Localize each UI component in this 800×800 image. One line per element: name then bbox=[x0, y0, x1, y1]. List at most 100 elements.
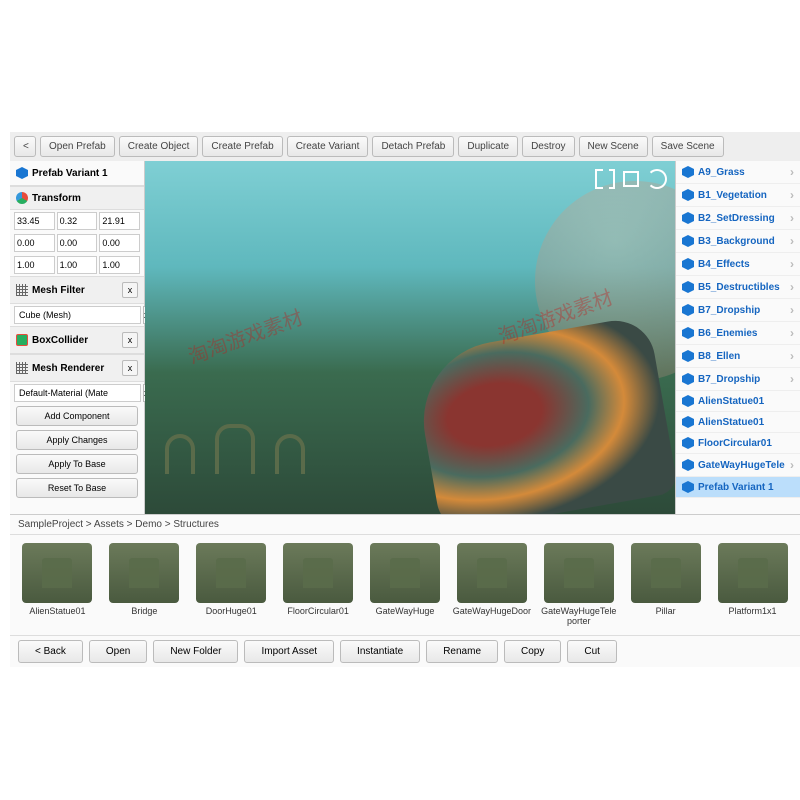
pos-y[interactable] bbox=[57, 212, 98, 230]
new-folder-button[interactable]: New Folder bbox=[153, 640, 238, 663]
copy-button[interactable]: Copy bbox=[504, 640, 561, 663]
hierarchy-item[interactable]: A9_Grass› bbox=[676, 161, 800, 184]
breadcrumb[interactable]: SampleProject > Assets > Demo > Structur… bbox=[10, 515, 800, 535]
add-component-button[interactable]: Add Component bbox=[16, 406, 138, 426]
rot-z[interactable] bbox=[99, 234, 140, 252]
watermark: 淘淘游戏素材 bbox=[184, 301, 307, 369]
prefab-icon bbox=[682, 350, 694, 362]
hierarchy-item-label: Prefab Variant 1 bbox=[698, 482, 774, 493]
box-collider-label: BoxCollider bbox=[32, 335, 88, 346]
main-toolbar: < Open Prefab Create Object Create Prefa… bbox=[10, 132, 800, 161]
asset-item[interactable]: DoorHuge01 bbox=[192, 543, 271, 627]
frame-icon[interactable] bbox=[595, 169, 615, 189]
hierarchy-item[interactable]: B6_Enemies› bbox=[676, 322, 800, 345]
create-prefab-button[interactable]: Create Prefab bbox=[202, 136, 282, 157]
prefab-icon bbox=[682, 212, 694, 224]
create-object-button[interactable]: Create Object bbox=[119, 136, 199, 157]
asset-item[interactable]: GateWayHugeDoor bbox=[452, 543, 531, 627]
asset-item[interactable]: AlienStatue01 bbox=[18, 543, 97, 627]
hierarchy-item[interactable]: B3_Background› bbox=[676, 230, 800, 253]
hierarchy-item[interactable]: B7_Dropship› bbox=[676, 299, 800, 322]
import-asset-button[interactable]: Import Asset bbox=[244, 640, 334, 663]
mesh-filter-icon bbox=[16, 284, 28, 296]
asset-item[interactable]: GateWayHugeTeleporter bbox=[539, 543, 618, 627]
destroy-button[interactable]: Destroy bbox=[522, 136, 574, 157]
box-collider-header[interactable]: BoxCollider x bbox=[10, 326, 144, 354]
open-button[interactable]: Open bbox=[89, 640, 147, 663]
hierarchy-item[interactable]: B8_Ellen› bbox=[676, 345, 800, 368]
inspector-title: Prefab Variant 1 bbox=[10, 161, 144, 186]
hierarchy-item[interactable]: AlienStatue01 bbox=[676, 391, 800, 412]
asset-label: Bridge bbox=[131, 607, 157, 617]
asset-label: FloorCircular01 bbox=[287, 607, 349, 617]
save-scene-button[interactable]: Save Scene bbox=[652, 136, 724, 157]
remove-box-collider[interactable]: x bbox=[122, 332, 138, 348]
apply-to-base-button[interactable]: Apply To Base bbox=[16, 454, 138, 474]
scene-viewport[interactable]: 淘淘游戏素材 淘淘游戏素材 bbox=[145, 161, 675, 514]
hierarchy-item[interactable]: AlienStatue01 bbox=[676, 412, 800, 433]
asset-item[interactable]: GateWayHuge bbox=[366, 543, 445, 627]
asset-item[interactable]: Bridge bbox=[105, 543, 184, 627]
scl-z[interactable] bbox=[99, 256, 140, 274]
mesh-renderer-value[interactable] bbox=[14, 384, 141, 402]
asset-thumbnail bbox=[631, 543, 701, 603]
remove-mesh-renderer[interactable]: x bbox=[122, 360, 138, 376]
asset-label: AlienStatue01 bbox=[29, 607, 85, 617]
detach-prefab-button[interactable]: Detach Prefab bbox=[372, 136, 454, 157]
open-prefab-button[interactable]: Open Prefab bbox=[40, 136, 115, 157]
pos-x[interactable] bbox=[14, 212, 55, 230]
prefab-icon bbox=[682, 395, 694, 407]
asset-thumbnail bbox=[196, 543, 266, 603]
prefab-icon bbox=[682, 258, 694, 270]
mesh-renderer-header[interactable]: Mesh Renderer x bbox=[10, 354, 144, 382]
reset-to-base-button[interactable]: Reset To Base bbox=[16, 478, 138, 498]
hierarchy-item-label: B7_Dropship bbox=[698, 374, 760, 385]
transform-position bbox=[10, 210, 144, 232]
hierarchy-item[interactable]: Prefab Variant 1 bbox=[676, 477, 800, 498]
asset-item[interactable]: FloorCircular01 bbox=[279, 543, 358, 627]
mesh-filter-header[interactable]: Mesh Filter x bbox=[10, 276, 144, 304]
apply-changes-button[interactable]: Apply Changes bbox=[16, 430, 138, 450]
hierarchy-item[interactable]: B7_Dropship› bbox=[676, 368, 800, 391]
prefab-icon bbox=[682, 235, 694, 247]
-back-button[interactable]: < Back bbox=[18, 640, 83, 663]
asset-thumbnail bbox=[544, 543, 614, 603]
instantiate-button[interactable]: Instantiate bbox=[340, 640, 420, 663]
transform-icon bbox=[16, 192, 28, 204]
mesh-filter-value[interactable] bbox=[14, 306, 141, 324]
hierarchy-item[interactable]: B2_SetDressing› bbox=[676, 207, 800, 230]
chevron-right-icon: › bbox=[790, 280, 794, 294]
chevron-right-icon: › bbox=[790, 326, 794, 340]
scl-y[interactable] bbox=[57, 256, 98, 274]
rot-x[interactable] bbox=[14, 234, 55, 252]
hierarchy-item[interactable]: GateWayHugeTele› bbox=[676, 454, 800, 477]
asset-browser: SampleProject > Assets > Demo > Structur… bbox=[10, 514, 800, 667]
fullscreen-icon[interactable] bbox=[621, 169, 641, 189]
prefab-icon bbox=[682, 437, 694, 449]
create-variant-button[interactable]: Create Variant bbox=[287, 136, 369, 157]
remove-mesh-filter[interactable]: x bbox=[122, 282, 138, 298]
hierarchy-item[interactable]: B4_Effects› bbox=[676, 253, 800, 276]
pos-z[interactable] bbox=[99, 212, 140, 230]
reload-icon[interactable] bbox=[647, 169, 667, 189]
prefab-icon bbox=[682, 327, 694, 339]
prefab-icon bbox=[682, 481, 694, 493]
cut-button[interactable]: Cut bbox=[567, 640, 617, 663]
hierarchy-item[interactable]: FloorCircular01 bbox=[676, 433, 800, 454]
asset-thumbnail bbox=[718, 543, 788, 603]
scene-ship bbox=[411, 315, 675, 514]
chevron-right-icon: › bbox=[790, 303, 794, 317]
asset-item[interactable]: Platform1x1 bbox=[713, 543, 792, 627]
duplicate-button[interactable]: Duplicate bbox=[458, 136, 518, 157]
asset-item[interactable]: Pillar bbox=[626, 543, 705, 627]
transform-header[interactable]: Transform bbox=[10, 186, 144, 210]
hierarchy-item[interactable]: B1_Vegetation› bbox=[676, 184, 800, 207]
scl-x[interactable] bbox=[14, 256, 55, 274]
box-collider-icon bbox=[16, 334, 28, 346]
new-scene-button[interactable]: New Scene bbox=[579, 136, 648, 157]
rename-button[interactable]: Rename bbox=[426, 640, 498, 663]
prefab-icon bbox=[682, 304, 694, 316]
rot-y[interactable] bbox=[57, 234, 98, 252]
back-button[interactable]: < bbox=[14, 136, 36, 157]
hierarchy-item[interactable]: B5_Destructibles› bbox=[676, 276, 800, 299]
